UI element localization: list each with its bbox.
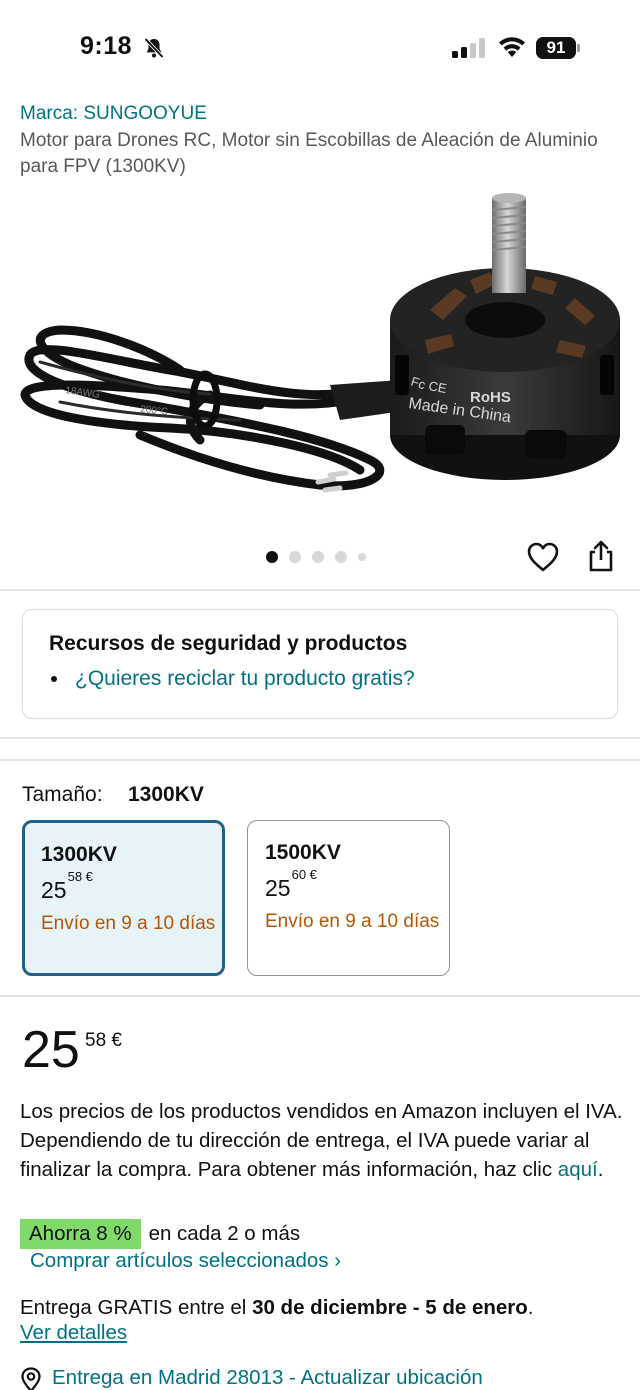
wifi-icon [499,37,525,57]
heart-icon[interactable] [526,541,560,573]
battery-level: 91 [536,37,576,59]
size-selected-value: 1300KV [128,783,204,806]
shop-selected-items-link[interactable]: Comprar artículos seleccionados › [30,1249,341,1273]
carousel-dot[interactable] [266,551,278,563]
variant-option-1500kv[interactable]: 1500KV 2560 € Envío en 9 a 10 días [247,820,450,976]
carousel-dot[interactable] [312,551,324,563]
variant-shipping: Envío en 9 a 10 días [41,913,216,934]
variant-price: 2560 € [265,867,317,901]
divider [0,759,640,761]
safety-resources-box: Recursos de seguridad y productos ¿Quier… [22,609,618,719]
battery-icon: 91 [536,37,580,59]
safety-title: Recursos de seguridad y productos [49,632,408,655]
vat-info: Los precios de los productos vendidos en… [20,1100,623,1181]
carousel-dot[interactable] [289,551,301,563]
vat-info-link[interactable]: aquí [558,1158,598,1181]
promo-text: en cada 2 o más [148,1222,301,1245]
update-location-link[interactable]: Entrega en Madrid 28013 - Actualizar ubi… [52,1366,483,1390]
cellular-signal-icon [452,38,485,58]
price-fraction: 58 € [85,1030,122,1051]
variant-name: 1300KV [41,843,117,866]
location-pin-icon [21,1367,41,1390]
size-label: Tamaño: [22,783,103,806]
variant-option-1300kv[interactable]: 1300KV 2558 € Envío en 9 a 10 días [22,820,225,976]
bullet-icon [51,676,57,682]
status-bar: 9:18 91 [0,0,640,95]
image-carousel-dots[interactable] [266,550,366,564]
variant-shipping: Envío en 9 a 10 días [265,911,440,932]
divider [0,737,640,739]
divider [0,995,640,997]
svg-text:RoHS: RoHS [470,389,511,406]
save-badge: Ahorra 8 % [20,1219,141,1249]
svg-text:CE: CE [427,378,448,396]
variant-name: 1500KV [265,841,341,864]
status-time: 9:18 [80,32,133,60]
variant-price: 2558 € [41,869,93,903]
brand-link[interactable]: Marca: SUNGOOYUE [20,103,207,125]
silent-bell-icon [144,37,164,59]
recycle-product-link[interactable]: ¿Quieres reciclar tu producto gratis? [75,667,415,691]
carousel-dot[interactable] [358,553,366,561]
see-details-link[interactable]: Ver detalles [20,1321,127,1345]
product-title: Motor para Drones RC, Motor sin Escobill… [20,130,598,177]
share-icon[interactable] [586,539,616,573]
product-image[interactable]: Fc CE RoHS Made in China 18AWG 200°C [0,180,640,540]
svg-text:200°C: 200°C [140,404,169,418]
carousel-dot[interactable] [335,551,347,563]
delivery-info: Entrega GRATIS entre el 30 de diciembre … [20,1296,534,1319]
promo-row: Ahorra 8 % en cada 2 o más [20,1219,300,1249]
divider [0,589,640,591]
price-whole: 25 [22,1021,80,1079]
